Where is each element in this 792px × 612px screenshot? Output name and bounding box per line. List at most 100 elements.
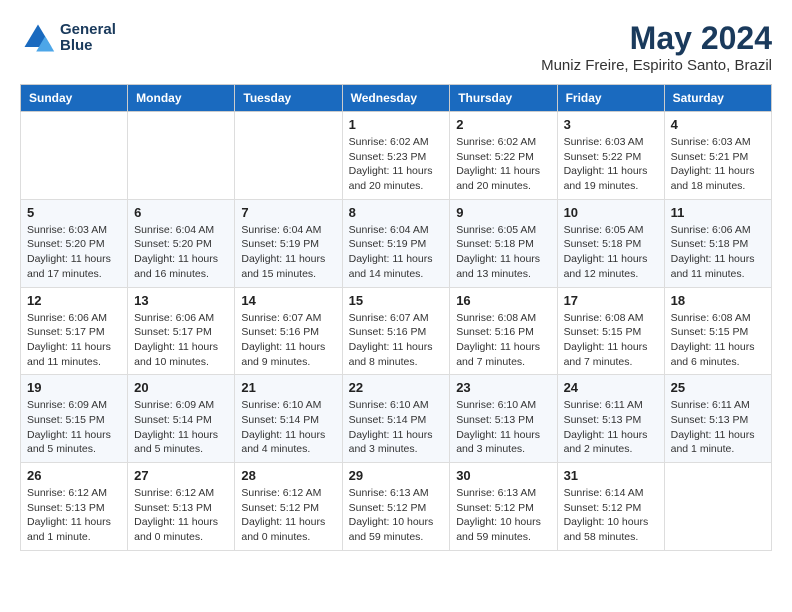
day-cell: 11 Sunrise: 6:06 AMSunset: 5:18 PMDayligh… [664, 199, 771, 287]
day-header-thursday: Thursday [450, 85, 557, 112]
day-cell: 1 Sunrise: 6:02 AMSunset: 5:23 PMDaylight… [342, 112, 450, 200]
week-row-0: 1 Sunrise: 6:02 AMSunset: 5:23 PMDaylight… [21, 112, 772, 200]
day-detail: Sunrise: 6:11 AMSunset: 5:13 PMDaylight:… [564, 398, 658, 457]
day-cell: 10 Sunrise: 6:05 AMSunset: 5:18 PMDayligh… [557, 199, 664, 287]
day-number: 2 [456, 117, 550, 132]
week-row-1: 5 Sunrise: 6:03 AMSunset: 5:20 PMDaylight… [21, 199, 772, 287]
week-row-4: 26 Sunrise: 6:12 AMSunset: 5:13 PMDayligh… [21, 463, 772, 551]
logo-line2: Blue [60, 38, 116, 55]
day-cell: 13 Sunrise: 6:06 AMSunset: 5:17 PMDayligh… [128, 287, 235, 375]
day-detail: Sunrise: 6:06 AMSunset: 5:17 PMDaylight:… [134, 311, 228, 370]
day-cell: 15 Sunrise: 6:07 AMSunset: 5:16 PMDayligh… [342, 287, 450, 375]
day-cell [21, 112, 128, 200]
day-cell: 18 Sunrise: 6:08 AMSunset: 5:15 PMDayligh… [664, 287, 771, 375]
day-detail: Sunrise: 6:03 AMSunset: 5:20 PMDaylight:… [27, 223, 121, 282]
day-cell: 22 Sunrise: 6:10 AMSunset: 5:14 PMDayligh… [342, 375, 450, 463]
day-cell: 4Sunrise: 6:03 AMSunset: 5:21 PMDaylight… [664, 112, 771, 200]
day-cell: 2 Sunrise: 6:02 AMSunset: 5:22 PMDaylight… [450, 112, 557, 200]
day-cell: 27 Sunrise: 6:12 AMSunset: 5:13 PMDayligh… [128, 463, 235, 551]
day-detail: Sunrise: 6:03 AMSunset: 5:22 PMDaylight:… [564, 135, 658, 194]
day-number: 3 [564, 117, 658, 132]
day-detail: Sunrise: 6:07 AMSunset: 5:16 PMDaylight:… [349, 311, 444, 370]
day-cell: 31Sunrise: 6:14 AMSunset: 5:12 PMDayligh… [557, 463, 664, 551]
day-number: 14 [241, 293, 335, 308]
day-cell: 7Sunrise: 6:04 AMSunset: 5:19 PMDaylight… [235, 199, 342, 287]
day-number: 9 [456, 205, 550, 220]
day-number: 24 [564, 380, 658, 395]
day-detail: Sunrise: 6:10 AMSunset: 5:14 PMDaylight:… [349, 398, 444, 457]
calendar-header-row: SundayMondayTuesdayWednesdayThursdayFrid… [21, 85, 772, 112]
day-cell: 30Sunrise: 6:13 AMSunset: 5:12 PMDayligh… [450, 463, 557, 551]
day-header-monday: Monday [128, 85, 235, 112]
day-detail: Sunrise: 6:05 AMSunset: 5:18 PMDaylight:… [456, 223, 550, 282]
day-number: 27 [134, 468, 228, 483]
day-detail: Sunrise: 6:04 AMSunset: 5:19 PMDaylight:… [349, 223, 444, 282]
main-title: May 2024 [541, 20, 772, 57]
day-number: 26 [27, 468, 121, 483]
day-detail: Sunrise: 6:02 AMSunset: 5:23 PMDaylight:… [349, 135, 444, 194]
day-header-friday: Friday [557, 85, 664, 112]
week-row-3: 19 Sunrise: 6:09 AMSunset: 5:15 PMDayligh… [21, 375, 772, 463]
calendar: SundayMondayTuesdayWednesdayThursdayFrid… [20, 84, 772, 551]
day-number: 11 [671, 205, 765, 220]
day-detail: Sunrise: 6:05 AMSunset: 5:18 PMDaylight:… [564, 223, 658, 282]
day-cell: 14 Sunrise: 6:07 AMSunset: 5:16 PMDayligh… [235, 287, 342, 375]
day-header-saturday: Saturday [664, 85, 771, 112]
day-detail: Sunrise: 6:06 AMSunset: 5:17 PMDaylight:… [27, 311, 121, 370]
day-cell: 3 Sunrise: 6:03 AMSunset: 5:22 PMDaylight… [557, 112, 664, 200]
week-row-2: 12 Sunrise: 6:06 AMSunset: 5:17 PMDayligh… [21, 287, 772, 375]
day-detail: Sunrise: 6:06 AMSunset: 5:18 PMDaylight:… [671, 223, 765, 282]
logo-icon [20, 20, 56, 56]
day-number: 5 [27, 205, 121, 220]
day-cell: 28 Sunrise: 6:12 AMSunset: 5:12 PMDayligh… [235, 463, 342, 551]
day-number: 15 [349, 293, 444, 308]
day-detail: Sunrise: 6:09 AMSunset: 5:15 PMDaylight:… [27, 398, 121, 457]
day-number: 1 [349, 117, 444, 132]
day-number: 25 [671, 380, 765, 395]
day-cell: 16 Sunrise: 6:08 AMSunset: 5:16 PMDayligh… [450, 287, 557, 375]
day-cell [128, 112, 235, 200]
day-detail: Sunrise: 6:04 AMSunset: 5:20 PMDaylight:… [134, 223, 228, 282]
day-detail: Sunrise: 6:02 AMSunset: 5:22 PMDaylight:… [456, 135, 550, 194]
day-detail: Sunrise: 6:08 AMSunset: 5:16 PMDaylight:… [456, 311, 550, 370]
day-number: 21 [241, 380, 335, 395]
day-cell: 20 Sunrise: 6:09 AMSunset: 5:14 PMDayligh… [128, 375, 235, 463]
day-detail: Sunrise: 6:04 AMSunset: 5:19 PMDaylight:… [241, 223, 335, 282]
day-detail: Sunrise: 6:13 AMSunset: 5:12 PMDaylight:… [456, 486, 550, 545]
day-number: 10 [564, 205, 658, 220]
day-number: 28 [241, 468, 335, 483]
day-number: 19 [27, 380, 121, 395]
day-number: 17 [564, 293, 658, 308]
day-number: 18 [671, 293, 765, 308]
day-detail: Sunrise: 6:11 AMSunset: 5:13 PMDaylight:… [671, 398, 765, 457]
day-detail: Sunrise: 6:03 AMSunset: 5:21 PMDaylight:… [671, 135, 765, 194]
day-cell: 12 Sunrise: 6:06 AMSunset: 5:17 PMDayligh… [21, 287, 128, 375]
day-detail: Sunrise: 6:08 AMSunset: 5:15 PMDaylight:… [671, 311, 765, 370]
day-cell: 19 Sunrise: 6:09 AMSunset: 5:15 PMDayligh… [21, 375, 128, 463]
day-detail: Sunrise: 6:13 AMSunset: 5:12 PMDaylight:… [349, 486, 444, 545]
day-cell: 5 Sunrise: 6:03 AMSunset: 5:20 PMDaylight… [21, 199, 128, 287]
day-detail: Sunrise: 6:07 AMSunset: 5:16 PMDaylight:… [241, 311, 335, 370]
day-number: 31 [564, 468, 658, 483]
day-cell [235, 112, 342, 200]
day-detail: Sunrise: 6:12 AMSunset: 5:13 PMDaylight:… [134, 486, 228, 545]
day-number: 16 [456, 293, 550, 308]
subtitle: Muniz Freire, Espirito Santo, Brazil [541, 57, 772, 74]
logo-line1: General [60, 22, 116, 39]
day-number: 13 [134, 293, 228, 308]
day-cell: 26Sunrise: 6:12 AMSunset: 5:13 PMDayligh… [21, 463, 128, 551]
day-number: 29 [349, 468, 444, 483]
day-number: 6 [134, 205, 228, 220]
day-detail: Sunrise: 6:12 AMSunset: 5:12 PMDaylight:… [241, 486, 335, 545]
day-cell: 8Sunrise: 6:04 AMSunset: 5:19 PMDaylight… [342, 199, 450, 287]
logo-text: General Blue [60, 22, 116, 55]
day-detail: Sunrise: 6:10 AMSunset: 5:14 PMDaylight:… [241, 398, 335, 457]
day-header-wednesday: Wednesday [342, 85, 450, 112]
day-header-tuesday: Tuesday [235, 85, 342, 112]
day-detail: Sunrise: 6:09 AMSunset: 5:14 PMDaylight:… [134, 398, 228, 457]
day-number: 22 [349, 380, 444, 395]
day-cell: 24 Sunrise: 6:11 AMSunset: 5:13 PMDayligh… [557, 375, 664, 463]
day-number: 12 [27, 293, 121, 308]
day-number: 20 [134, 380, 228, 395]
day-cell: 23Sunrise: 6:10 AMSunset: 5:13 PMDayligh… [450, 375, 557, 463]
